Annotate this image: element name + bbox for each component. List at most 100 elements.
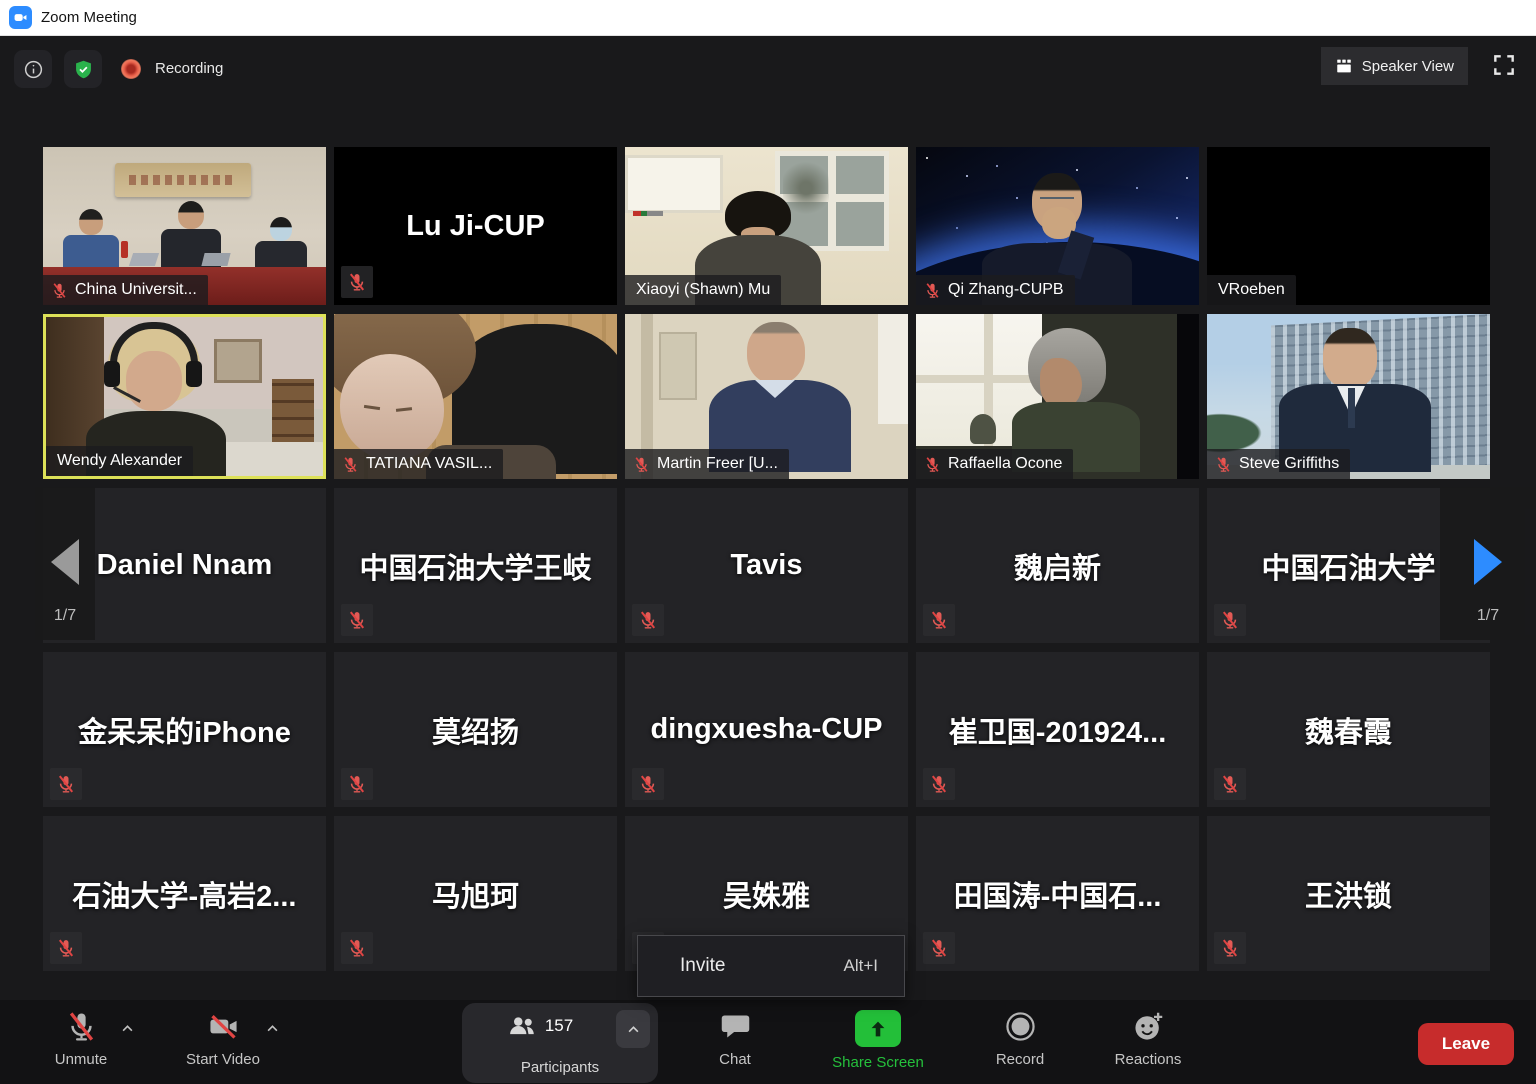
muted-mic-badge — [1214, 932, 1246, 964]
tile-wei-chunxia[interactable]: 魏春霞 — [1207, 652, 1490, 807]
video-options-caret[interactable] — [265, 1021, 280, 1036]
reactions-button[interactable]: Reactions — [1106, 1010, 1190, 1068]
tile-tavis[interactable]: Tavis — [625, 488, 908, 643]
scene-shape — [1323, 328, 1377, 388]
tile-lu-ji-cup[interactable]: Lu Ji-CUP — [334, 147, 617, 305]
zoom-logo-icon — [9, 6, 32, 29]
invite-shortcut: Alt+I — [844, 956, 879, 976]
participant-name: 王洪锁 — [1207, 816, 1490, 971]
unmute-options-caret[interactable] — [120, 1021, 135, 1036]
participant-name: 魏启新 — [916, 488, 1199, 643]
tile-mo-shaoyang[interactable]: 莫绍扬 — [334, 652, 617, 807]
tile-raffaella-ocone[interactable]: Raffaella Ocone — [916, 314, 1199, 479]
start-video-button[interactable]: Start Video — [164, 1010, 282, 1068]
chat-button[interactable]: Chat — [700, 1010, 770, 1068]
participant-name-label: Steve Griffiths — [1207, 449, 1350, 479]
scene-shape — [272, 379, 314, 451]
tile-wendy-alexander-active-speaker[interactable]: Wendy Alexander — [43, 314, 326, 479]
participant-name: 石油大学-高岩2... — [43, 816, 326, 971]
participant-name: dingxuesha-CUP — [625, 652, 908, 807]
scene-shape — [970, 414, 996, 444]
scene-shape — [1348, 388, 1355, 428]
tile-xiaoyi-mu[interactable]: Xiaoyi (Shawn) Mu — [625, 147, 908, 305]
zoom-meeting-window: Zoom Meeting Recording Speaker View — [0, 0, 1536, 1084]
video-off-icon — [207, 1010, 240, 1043]
scene-shape — [878, 314, 908, 424]
speaker-view-button[interactable]: Speaker View — [1321, 47, 1468, 85]
record-button[interactable]: Record — [984, 1010, 1056, 1068]
people-icon — [507, 1011, 537, 1041]
muted-mic-icon — [929, 774, 949, 794]
muted-mic-badge — [1214, 768, 1246, 800]
participants-caret[interactable] — [616, 1010, 650, 1048]
fullscreen-button[interactable] — [1489, 51, 1519, 81]
participant-name: Raffaella Ocone — [948, 455, 1062, 473]
share-screen-button[interactable]: Share Screen — [812, 1010, 944, 1071]
tile-tatiana[interactable]: TATIANA VASIL... — [334, 314, 617, 479]
participant-name: 崔卫国-201924... — [916, 652, 1199, 807]
tile-ma-xuke[interactable]: 马旭珂 — [334, 816, 617, 971]
tile-wei-qixin[interactable]: 魏启新 — [916, 488, 1199, 643]
participants-label: Participants — [462, 1059, 658, 1076]
bottom-toolbar: Unmute Start Video 157 Participants Chat… — [0, 1000, 1536, 1084]
shield-check-icon — [73, 59, 94, 80]
muted-mic-badge — [923, 932, 955, 964]
meeting-info-button[interactable] — [14, 50, 52, 88]
scene-shape — [63, 235, 119, 269]
chevron-right-icon — [1474, 539, 1502, 585]
tile-jindaidai-iphone[interactable]: 金呆呆的iPhone — [43, 652, 326, 807]
unmute-button[interactable]: Unmute — [25, 1010, 137, 1068]
window-title: Zoom Meeting — [41, 9, 137, 26]
muted-mic-icon — [347, 610, 367, 630]
muted-mic-icon — [51, 282, 68, 299]
video-grid: China Universit... Lu Ji-CUP Xiaoyi (Sha… — [43, 147, 1490, 971]
gallery-prev-page-button[interactable]: 1/7 — [35, 487, 95, 640]
participant-name-label: Wendy Alexander — [46, 446, 193, 476]
scene-shape — [633, 211, 663, 216]
scene-shape — [659, 332, 697, 400]
tile-wang-hongsuo[interactable]: 王洪锁 — [1207, 816, 1490, 971]
participants-button[interactable]: 157 Participants — [462, 1003, 658, 1083]
tile-tian-guotao[interactable]: 田国涛-中国石... — [916, 816, 1199, 971]
scene-shape — [747, 322, 805, 384]
tile-steve-griffiths[interactable]: Steve Griffiths — [1207, 314, 1490, 479]
page-indicator: 1/7 — [1477, 607, 1499, 625]
muted-mic-badge — [50, 768, 82, 800]
participant-name: Martin Freer [U... — [657, 455, 778, 473]
participant-name-label: VRoeben — [1207, 275, 1296, 305]
scene-shape — [340, 354, 444, 460]
participant-name: 金呆呆的iPhone — [43, 652, 326, 807]
muted-mic-badge — [50, 932, 82, 964]
scene-shape — [186, 361, 202, 387]
context-menu: Invite Alt+I — [637, 935, 905, 997]
leave-button[interactable]: Leave — [1418, 1023, 1514, 1065]
tile-cup-wangqi[interactable]: 中国石油大学王岐 — [334, 488, 617, 643]
scene-shape — [129, 253, 159, 266]
gallery-next-page-button[interactable]: 1/7 — [1440, 487, 1536, 640]
tile-gaoyan[interactable]: 石油大学-高岩2... — [43, 816, 326, 971]
start-video-label: Start Video — [186, 1051, 260, 1068]
invite-menu-item[interactable]: Invite Alt+I — [638, 936, 904, 996]
participant-name: Tavis — [625, 488, 908, 643]
tile-china-university[interactable]: China Universit... — [43, 147, 326, 305]
scene-shape — [121, 241, 128, 258]
participant-name: 马旭珂 — [334, 816, 617, 971]
muted-mic-icon — [929, 610, 949, 630]
muted-mic-badge — [341, 932, 373, 964]
reactions-label: Reactions — [1115, 1051, 1182, 1068]
tile-cui-weiguo[interactable]: 崔卫国-201924... — [916, 652, 1199, 807]
security-shield-button[interactable] — [64, 50, 102, 88]
tile-qi-zhang[interactable]: Qi Zhang-CUPB — [916, 147, 1199, 305]
participant-name-label: Xiaoyi (Shawn) Mu — [625, 275, 781, 305]
muted-mic-icon — [929, 938, 949, 958]
meeting-topbar: Recording Speaker View — [0, 36, 1536, 102]
tile-dingxuesha[interactable]: dingxuesha-CUP — [625, 652, 908, 807]
muted-mic-badge — [632, 768, 664, 800]
muted-mic-badge — [923, 604, 955, 636]
record-label: Record — [996, 1051, 1044, 1068]
tile-vroeben[interactable]: VRoeben — [1207, 147, 1490, 305]
tile-martin-freer[interactable]: Martin Freer [U... — [625, 314, 908, 479]
participant-name-label: China Universit... — [43, 275, 208, 305]
chat-bubble-icon — [719, 1010, 752, 1043]
muted-mic-icon — [1215, 456, 1232, 473]
